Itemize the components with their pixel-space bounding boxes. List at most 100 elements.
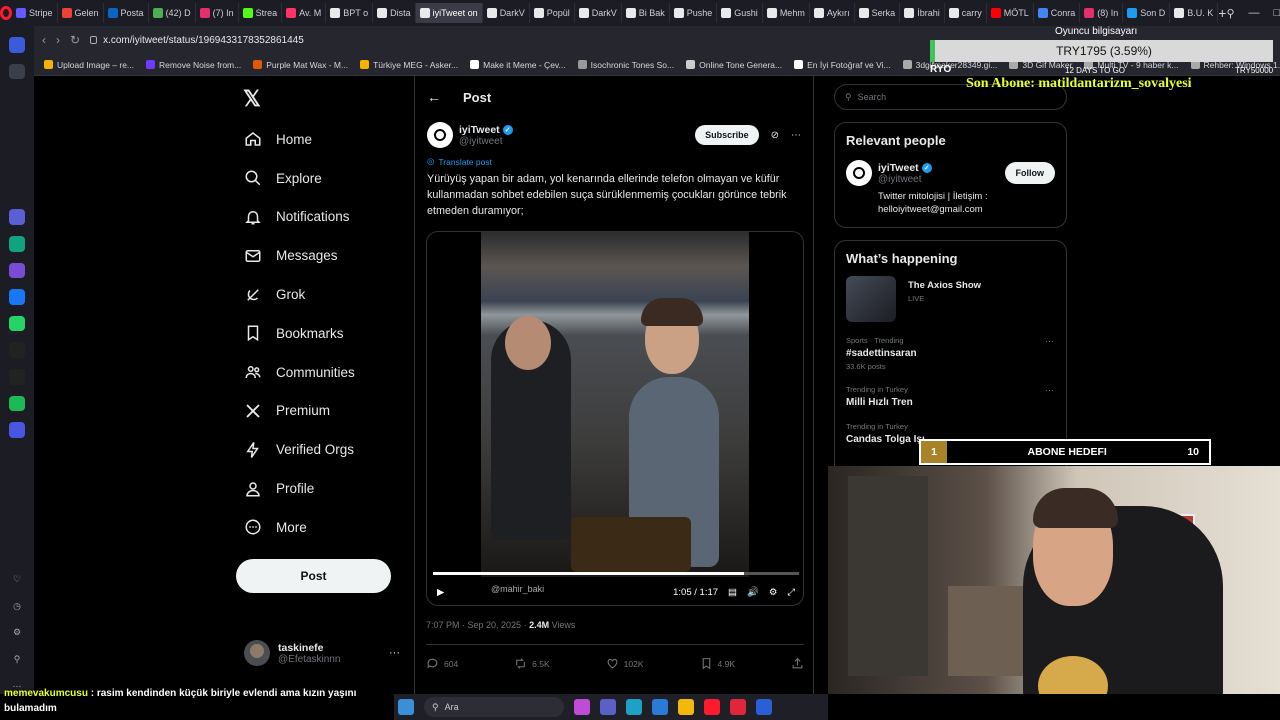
trend-item[interactable]: Trending in Turkey Milli Hızlı Tren ⋯: [835, 371, 1066, 408]
tab-25[interactable]: B.U. K: [1170, 3, 1219, 23]
explorer-icon[interactable]: [678, 699, 694, 715]
spotify-icon[interactable]: [9, 395, 25, 412]
tab-4[interactable]: (7) In: [196, 3, 239, 23]
x-icon[interactable]: [9, 369, 25, 385]
captions-icon[interactable]: ▤: [728, 587, 737, 598]
search-tabs-icon[interactable]: ⚲: [1226, 7, 1234, 20]
live-show-item[interactable]: The Axios Show LIVE: [835, 272, 1066, 322]
nav-item-verified-orgs[interactable]: Verified Orgs: [244, 430, 414, 469]
repost-button[interactable]: 6.5K: [514, 657, 550, 670]
grok-icon[interactable]: ⊘: [771, 130, 779, 141]
trend-item[interactable]: Sports · Trending #sadettinsaran 33.6K pos…: [835, 322, 1066, 371]
tab-19[interactable]: İbrahi: [900, 3, 945, 23]
nav-item-grok[interactable]: Grok: [244, 275, 414, 314]
tab-5[interactable]: Strea: [239, 3, 283, 23]
x-logo-icon[interactable]: 𝕏: [243, 86, 261, 112]
tab-17[interactable]: Aykırı: [810, 3, 855, 23]
heart-icon[interactable]: ♡: [9, 572, 25, 588]
copilot-icon[interactable]: [574, 699, 590, 715]
more-icon[interactable]: ⋯: [1045, 336, 1054, 347]
taskbar-search[interactable]: ⚲ Ara: [424, 697, 564, 717]
bookmark-5[interactable]: Isochronic Tones So...: [577, 60, 674, 70]
tab-12[interactable]: DarkV: [575, 3, 622, 23]
back-icon[interactable]: ‹: [42, 33, 46, 47]
tab-24[interactable]: Son D: [1123, 3, 1171, 23]
chatgpt-icon[interactable]: [9, 235, 25, 252]
teams-icon[interactable]: [600, 699, 616, 715]
bookmark-1[interactable]: Remove Noise from...: [146, 60, 241, 70]
opera-logo-icon[interactable]: [0, 0, 12, 26]
volume-icon[interactable]: 🔊: [747, 587, 759, 598]
tab-11[interactable]: Popül: [530, 3, 575, 23]
author-avatar[interactable]: [427, 122, 453, 148]
post-button[interactable]: Post: [236, 559, 391, 593]
tab-9[interactable]: iyiTweet on: [415, 3, 483, 23]
video-progress-bar[interactable]: [433, 572, 799, 575]
like-button[interactable]: 102K: [606, 657, 644, 670]
bookmark-4[interactable]: Make it Meme - Çev...: [470, 60, 566, 70]
tab-6[interactable]: Av. M: [282, 3, 327, 23]
tab-22[interactable]: Conra: [1034, 3, 1081, 23]
play-icon[interactable]: ▶: [437, 587, 444, 598]
cs-icon[interactable]: [9, 262, 25, 279]
nav-item-bookmarks[interactable]: Bookmarks: [244, 314, 414, 353]
reply-button[interactable]: 604: [426, 657, 458, 670]
new-tab-button[interactable]: +: [1218, 5, 1226, 21]
windows-icon[interactable]: [398, 699, 414, 715]
relevant-person-row[interactable]: iyiTweet ✓ @iyitweet Follow: [835, 154, 1066, 186]
tab-7[interactable]: BPT o: [326, 3, 374, 23]
video-player[interactable]: @mahir_baki ▶ 1:05 / 1:17 ▤ 🔊 ⚙ ⤢: [426, 231, 804, 606]
tab-0[interactable]: Stripe: [12, 3, 58, 23]
tab-15[interactable]: Gushi: [717, 3, 763, 23]
relevant-person-avatar[interactable]: [846, 160, 872, 186]
more-icon[interactable]: ⋯: [791, 130, 801, 141]
edge-icon[interactable]: [626, 699, 642, 715]
nav-item-profile[interactable]: Profile: [244, 469, 414, 508]
tab-3[interactable]: (42) D: [149, 3, 196, 23]
nav-item-explore[interactable]: Explore: [244, 159, 414, 198]
nav-item-messages[interactable]: Messages: [244, 236, 414, 275]
forward-icon[interactable]: ›: [56, 33, 60, 47]
whatsapp-icon[interactable]: [9, 315, 25, 332]
history-icon[interactable]: ◷: [9, 599, 25, 615]
more-icon[interactable]: ⋯: [1045, 385, 1054, 396]
translate-link[interactable]: ◎ Translate post: [427, 156, 813, 167]
app-w-icon[interactable]: [730, 699, 746, 715]
app-l-icon[interactable]: [756, 699, 772, 715]
maximize-icon[interactable]: □: [1274, 7, 1280, 20]
tab-10[interactable]: DarkV: [483, 3, 530, 23]
bookmark-button[interactable]: 4.9K: [700, 657, 735, 670]
video-frame[interactable]: [481, 232, 749, 577]
tab-13[interactable]: Bi Bak: [622, 3, 670, 23]
settings-icon[interactable]: ⚙: [769, 587, 778, 598]
bookmark-7[interactable]: En İyi Fotoğraf ve Vi...: [794, 60, 891, 70]
settings-icon[interactable]: ⚙: [9, 625, 25, 641]
tab-23[interactable]: (8) In: [1080, 3, 1124, 23]
bookmark-6[interactable]: Online Tone Genera...: [686, 60, 782, 70]
bookmark-3[interactable]: Türkiye MEG - Asker...: [360, 60, 458, 70]
fullscreen-icon[interactable]: ⤢: [787, 587, 795, 598]
tab-1[interactable]: Gelen: [58, 3, 104, 23]
account-switcher[interactable]: taskinefe @Efetaskinnn ···: [244, 640, 414, 666]
tab-18[interactable]: Serka: [855, 3, 901, 23]
nav-item-premium[interactable]: Premium: [244, 392, 414, 431]
reload-icon[interactable]: ↻: [70, 33, 80, 47]
follow-button[interactable]: Follow: [1004, 162, 1055, 184]
tab-21[interactable]: MÖTL: [987, 3, 1034, 23]
nav-item-home[interactable]: Home: [244, 120, 414, 159]
tiktok-icon[interactable]: [9, 342, 25, 358]
nav-item-communities[interactable]: Communities: [244, 353, 414, 392]
author-name-link[interactable]: iyiTweet ✓: [459, 124, 513, 136]
bookmark-2[interactable]: Purple Mat Wax - M...: [253, 60, 348, 70]
tab-16[interactable]: Mehm: [763, 3, 810, 23]
lightbulb-icon[interactable]: ⚲: [9, 652, 25, 668]
bookmark-0[interactable]: Upload Image – re...: [44, 60, 134, 70]
nav-item-more[interactable]: More: [244, 508, 414, 547]
more-icon[interactable]: ···: [389, 647, 414, 659]
store-icon[interactable]: [652, 699, 668, 715]
minimize-icon[interactable]: —: [1249, 7, 1260, 20]
tab-14[interactable]: Pushe: [670, 3, 718, 23]
home-icon[interactable]: [9, 37, 25, 53]
share-button[interactable]: [791, 657, 804, 670]
url-field[interactable]: x.com/iyitweet/status/196943317835286144…: [90, 35, 304, 46]
